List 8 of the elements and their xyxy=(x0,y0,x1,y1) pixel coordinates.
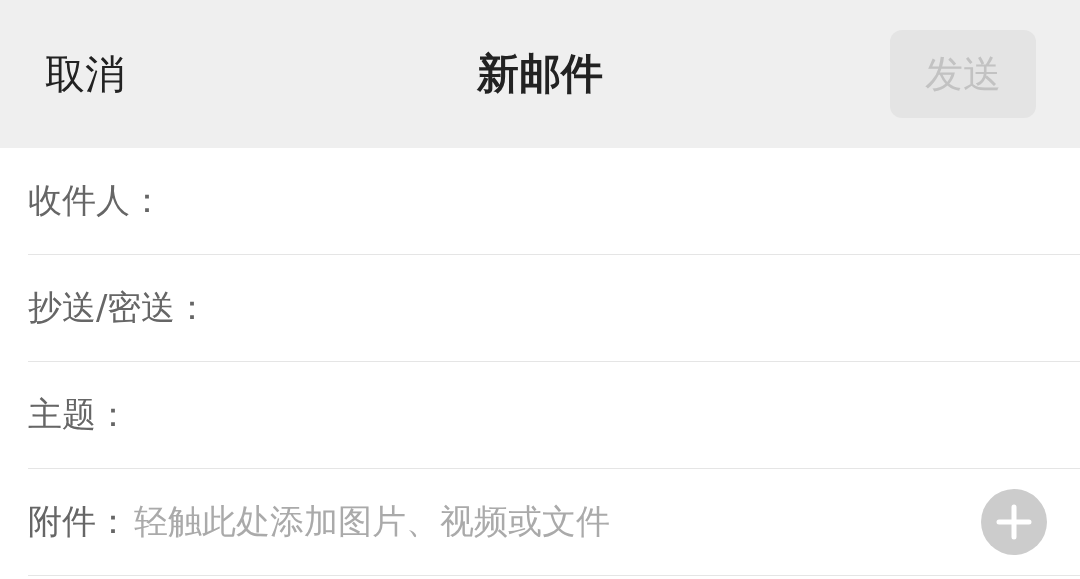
field-label: 抄送/密送： xyxy=(28,286,210,329)
field-label: 主题： xyxy=(28,393,130,436)
cancel-button[interactable]: 取消 xyxy=(45,46,125,102)
window-title: 新邮件 xyxy=(477,49,603,98)
attachment-hint[interactable]: 轻触此处添加图片、视频或文件 xyxy=(134,499,981,545)
field-label: 收件人： xyxy=(28,179,164,222)
add-icon[interactable] xyxy=(981,489,1047,555)
field-label: 附件： xyxy=(28,500,130,543)
